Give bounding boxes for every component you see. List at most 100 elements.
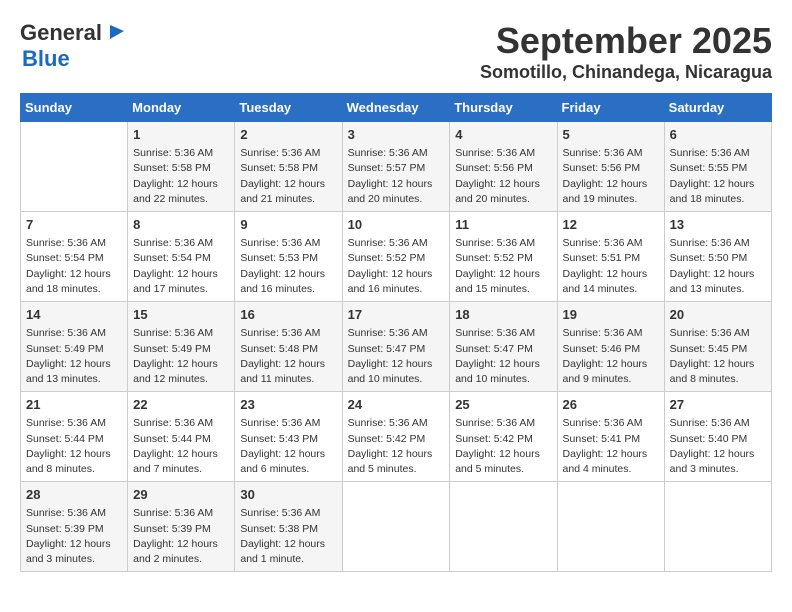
logo-icon [104,21,126,43]
cell-info: Sunrise: 5:36 AM Sunset: 5:54 PM Dayligh… [133,236,229,297]
cell-info: Sunrise: 5:36 AM Sunset: 5:58 PM Dayligh… [240,146,336,207]
cell-info: Sunrise: 5:36 AM Sunset: 5:46 PM Dayligh… [563,326,659,387]
day-number: 27 [670,396,766,414]
calendar-cell: 14 Sunrise: 5:36 AM Sunset: 5:49 PM Dayl… [21,302,128,392]
calendar-cell: 22 Sunrise: 5:36 AM Sunset: 5:44 PM Dayl… [128,392,235,482]
calendar-cell: 4 Sunrise: 5:36 AM Sunset: 5:56 PM Dayli… [450,122,557,212]
calendar-cell: 20 Sunrise: 5:36 AM Sunset: 5:45 PM Dayl… [664,302,771,392]
calendar-cell: 19 Sunrise: 5:36 AM Sunset: 5:46 PM Dayl… [557,302,664,392]
cell-info: Sunrise: 5:36 AM Sunset: 5:43 PM Dayligh… [240,416,336,477]
calendar-cell: 24 Sunrise: 5:36 AM Sunset: 5:42 PM Dayl… [342,392,450,482]
calendar-week-row: 1 Sunrise: 5:36 AM Sunset: 5:58 PM Dayli… [21,122,772,212]
day-number: 6 [670,126,766,144]
cell-info: Sunrise: 5:36 AM Sunset: 5:52 PM Dayligh… [348,236,445,297]
calendar-cell: 6 Sunrise: 5:36 AM Sunset: 5:55 PM Dayli… [664,122,771,212]
calendar-week-row: 7 Sunrise: 5:36 AM Sunset: 5:54 PM Dayli… [21,212,772,302]
day-number: 15 [133,306,229,324]
cell-info: Sunrise: 5:36 AM Sunset: 5:50 PM Dayligh… [670,236,766,297]
calendar-cell [557,482,664,572]
location-subtitle: Somotillo, Chinandega, Nicaragua [480,62,772,83]
title-section: September 2025 Somotillo, Chinandega, Ni… [480,20,772,83]
calendar-cell: 12 Sunrise: 5:36 AM Sunset: 5:51 PM Dayl… [557,212,664,302]
day-number: 14 [26,306,122,324]
cell-info: Sunrise: 5:36 AM Sunset: 5:53 PM Dayligh… [240,236,336,297]
cell-info: Sunrise: 5:36 AM Sunset: 5:41 PM Dayligh… [563,416,659,477]
calendar-cell [664,482,771,572]
cell-info: Sunrise: 5:36 AM Sunset: 5:47 PM Dayligh… [348,326,445,387]
calendar-cell: 17 Sunrise: 5:36 AM Sunset: 5:47 PM Dayl… [342,302,450,392]
day-number: 29 [133,486,229,504]
day-number: 7 [26,216,122,234]
day-number: 10 [348,216,445,234]
day-number: 5 [563,126,659,144]
logo-blue: Blue [22,46,70,71]
cell-info: Sunrise: 5:36 AM Sunset: 5:51 PM Dayligh… [563,236,659,297]
col-saturday: Saturday [664,94,771,122]
logo: General Blue [20,20,126,72]
cell-info: Sunrise: 5:36 AM Sunset: 5:52 PM Dayligh… [455,236,551,297]
cell-info: Sunrise: 5:36 AM Sunset: 5:42 PM Dayligh… [348,416,445,477]
col-friday: Friday [557,94,664,122]
calendar-cell: 9 Sunrise: 5:36 AM Sunset: 5:53 PM Dayli… [235,212,342,302]
calendar-cell: 3 Sunrise: 5:36 AM Sunset: 5:57 PM Dayli… [342,122,450,212]
calendar-cell: 27 Sunrise: 5:36 AM Sunset: 5:40 PM Dayl… [664,392,771,482]
calendar-cell: 16 Sunrise: 5:36 AM Sunset: 5:48 PM Dayl… [235,302,342,392]
calendar-cell: 8 Sunrise: 5:36 AM Sunset: 5:54 PM Dayli… [128,212,235,302]
cell-info: Sunrise: 5:36 AM Sunset: 5:49 PM Dayligh… [133,326,229,387]
calendar-cell: 2 Sunrise: 5:36 AM Sunset: 5:58 PM Dayli… [235,122,342,212]
calendar-cell: 21 Sunrise: 5:36 AM Sunset: 5:44 PM Dayl… [21,392,128,482]
day-number: 18 [455,306,551,324]
calendar-cell: 30 Sunrise: 5:36 AM Sunset: 5:38 PM Dayl… [235,482,342,572]
day-number: 12 [563,216,659,234]
cell-info: Sunrise: 5:36 AM Sunset: 5:40 PM Dayligh… [670,416,766,477]
calendar-week-row: 28 Sunrise: 5:36 AM Sunset: 5:39 PM Dayl… [21,482,772,572]
page-header: General Blue September 2025 Somotillo, C… [20,20,772,83]
calendar-cell: 7 Sunrise: 5:36 AM Sunset: 5:54 PM Dayli… [21,212,128,302]
day-number: 23 [240,396,336,414]
day-number: 22 [133,396,229,414]
day-number: 16 [240,306,336,324]
calendar-cell: 23 Sunrise: 5:36 AM Sunset: 5:43 PM Dayl… [235,392,342,482]
calendar-table: Sunday Monday Tuesday Wednesday Thursday… [20,93,772,572]
calendar-week-row: 14 Sunrise: 5:36 AM Sunset: 5:49 PM Dayl… [21,302,772,392]
cell-info: Sunrise: 5:36 AM Sunset: 5:47 PM Dayligh… [455,326,551,387]
day-number: 25 [455,396,551,414]
day-number: 4 [455,126,551,144]
day-number: 28 [26,486,122,504]
calendar-cell: 29 Sunrise: 5:36 AM Sunset: 5:39 PM Dayl… [128,482,235,572]
day-number: 30 [240,486,336,504]
col-wednesday: Wednesday [342,94,450,122]
calendar-cell [342,482,450,572]
cell-info: Sunrise: 5:36 AM Sunset: 5:45 PM Dayligh… [670,326,766,387]
col-thursday: Thursday [450,94,557,122]
logo-general: General [20,20,102,46]
cell-info: Sunrise: 5:36 AM Sunset: 5:56 PM Dayligh… [455,146,551,207]
calendar-week-row: 21 Sunrise: 5:36 AM Sunset: 5:44 PM Dayl… [21,392,772,482]
month-year-title: September 2025 [480,20,772,62]
cell-info: Sunrise: 5:36 AM Sunset: 5:55 PM Dayligh… [670,146,766,207]
cell-info: Sunrise: 5:36 AM Sunset: 5:49 PM Dayligh… [26,326,122,387]
calendar-cell: 11 Sunrise: 5:36 AM Sunset: 5:52 PM Dayl… [450,212,557,302]
day-number: 3 [348,126,445,144]
day-number: 13 [670,216,766,234]
day-number: 21 [26,396,122,414]
calendar-cell: 10 Sunrise: 5:36 AM Sunset: 5:52 PM Dayl… [342,212,450,302]
calendar-cell: 5 Sunrise: 5:36 AM Sunset: 5:56 PM Dayli… [557,122,664,212]
day-number: 24 [348,396,445,414]
calendar-cell: 26 Sunrise: 5:36 AM Sunset: 5:41 PM Dayl… [557,392,664,482]
col-sunday: Sunday [21,94,128,122]
day-number: 17 [348,306,445,324]
day-number: 9 [240,216,336,234]
calendar-cell: 28 Sunrise: 5:36 AM Sunset: 5:39 PM Dayl… [21,482,128,572]
calendar-cell: 1 Sunrise: 5:36 AM Sunset: 5:58 PM Dayli… [128,122,235,212]
calendar-cell: 18 Sunrise: 5:36 AM Sunset: 5:47 PM Dayl… [450,302,557,392]
day-number: 1 [133,126,229,144]
cell-info: Sunrise: 5:36 AM Sunset: 5:54 PM Dayligh… [26,236,122,297]
day-number: 8 [133,216,229,234]
cell-info: Sunrise: 5:36 AM Sunset: 5:39 PM Dayligh… [26,506,122,567]
cell-info: Sunrise: 5:36 AM Sunset: 5:44 PM Dayligh… [26,416,122,477]
cell-info: Sunrise: 5:36 AM Sunset: 5:42 PM Dayligh… [455,416,551,477]
day-number: 20 [670,306,766,324]
day-number: 2 [240,126,336,144]
calendar-cell: 15 Sunrise: 5:36 AM Sunset: 5:49 PM Dayl… [128,302,235,392]
